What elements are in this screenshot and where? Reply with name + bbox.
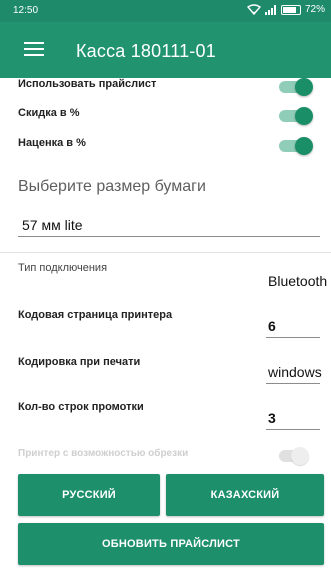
codepage-label: Кодовая страница принтера: [18, 309, 173, 321]
use-pricelist-label: Использовать прайслист: [18, 78, 157, 90]
hamburger-icon[interactable]: [24, 42, 44, 58]
battery-level: 72%: [304, 4, 325, 15]
codepage-underline: [266, 337, 320, 338]
update-pricelist-button[interactable]: ОБНОВИТЬ ПРАЙСЛИСТ: [18, 523, 324, 565]
connection-type-field[interactable]: Bluetooth: [268, 273, 331, 289]
status-icons: 72%: [246, 4, 325, 15]
signal-icon: [264, 4, 277, 15]
paper-size-title: Выберите размер бумаги: [18, 178, 206, 195]
battery-icon: [280, 4, 301, 15]
russian-button[interactable]: РУССКИЙ: [18, 474, 160, 516]
page-title: Касса 180111-01: [76, 41, 216, 61]
status-bar: 12:50 72%: [0, 0, 331, 22]
markup-percent-label: Наценка в %: [18, 137, 86, 149]
encoding-underline: [266, 383, 320, 384]
status-time: 12:50: [13, 5, 39, 16]
kazakh-button[interactable]: КАЗАХСКИЙ: [166, 474, 324, 516]
feed-lines-field[interactable]: 3: [268, 410, 331, 426]
paper-size-field[interactable]: 57 мм lite: [22, 217, 83, 233]
app-toolbar: Касса 180111-01: [0, 22, 331, 78]
discount-percent-label: Скидка в %: [18, 107, 80, 119]
feed-lines-underline: [266, 429, 320, 430]
connection-type-label: Тип подключения: [18, 262, 108, 274]
encoding-label: Кодировка при печати: [18, 356, 141, 368]
paper-size-underline: [18, 236, 320, 237]
cutter-label: Принтер с возможностью обрезки: [18, 448, 189, 459]
feed-lines-label: Кол-во строк промотки: [18, 401, 144, 413]
use-pricelist-switch[interactable]: [277, 78, 313, 96]
cutter-switch[interactable]: [277, 447, 313, 465]
codepage-field[interactable]: 6: [268, 318, 331, 334]
divider: [0, 252, 331, 253]
encoding-field[interactable]: windows: [268, 364, 331, 380]
markup-percent-switch[interactable]: [277, 137, 313, 155]
discount-percent-switch[interactable]: [277, 107, 313, 125]
wifi-icon: [246, 4, 261, 15]
